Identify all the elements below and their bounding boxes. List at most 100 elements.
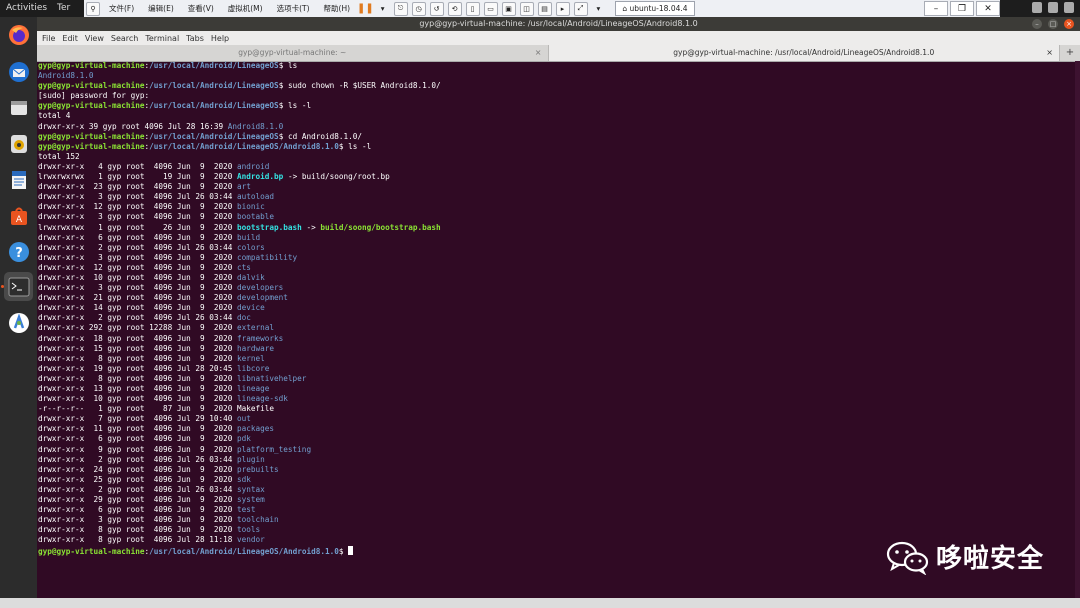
terminal-window: gyp@gyp-virtual-machine: /usr/local/Andr… <box>37 17 1080 608</box>
vm-menu-file[interactable]: 文件(F) <box>109 3 134 14</box>
file-name: art <box>237 182 251 192</box>
terminal-line: drwxr-xr-x 15 gyp root 4096 Jun 9 2020 h… <box>38 344 1078 354</box>
file-name: prebuilts <box>237 464 279 474</box>
file-name: cts <box>237 262 251 272</box>
prompt-path: /usr/local/Android/LineageOS/Android8.1.… <box>149 546 339 556</box>
menu-file[interactable]: File <box>42 34 55 43</box>
help-icon[interactable]: ? <box>4 237 33 266</box>
terminal-text: lrwxrwxrwx 1 gyp root 19 Jun 9 2020 <box>38 172 238 182</box>
software-center-icon[interactable]: A <box>4 201 33 230</box>
terminal-text: -> <box>301 222 321 232</box>
close-tab-icon[interactable]: × <box>535 45 542 61</box>
terminal-text: drwxr-xr-x 4 gyp root 4096 Jun 9 2020 <box>38 161 238 171</box>
libreoffice-writer-icon[interactable] <box>4 165 33 194</box>
scrollbar[interactable] <box>1075 61 1080 601</box>
vm-menu-view[interactable]: 查看(V) <box>188 3 214 14</box>
android-studio-icon[interactable] <box>4 308 33 337</box>
file-name: vendor <box>237 535 265 545</box>
menu-help[interactable]: Help <box>211 34 229 43</box>
new-tab-button[interactable]: + <box>1060 45 1080 61</box>
wechat-icon <box>886 541 929 575</box>
revert-snapshot-icon[interactable]: ↺ <box>429 1 444 16</box>
rhythmbox-icon[interactable] <box>4 129 33 158</box>
file-name: development <box>237 293 288 303</box>
terminal-text: [sudo] password for gyp: <box>38 91 154 101</box>
terminal-line: gyp@gyp-virtual-machine:/usr/local/Andro… <box>38 81 1078 91</box>
minimize-icon[interactable]: – <box>924 1 948 16</box>
file-name: device <box>237 303 265 313</box>
thumbnail-icon[interactable]: ▭ <box>483 1 498 16</box>
menu-tabs[interactable]: Tabs <box>186 34 204 43</box>
vm-menu-edit[interactable]: 编辑(E) <box>148 3 174 14</box>
maximize-icon[interactable]: □ <box>1048 19 1058 29</box>
dropdown-icon[interactable]: ▾ <box>381 4 385 13</box>
terminal-line: drwxr-xr-x 8 gyp root 4096 Jun 9 2020 ke… <box>38 354 1078 364</box>
fullscreen-icon[interactable]: ▣ <box>501 1 516 16</box>
close-icon[interactable]: × <box>1064 19 1074 29</box>
stretch-icon[interactable]: ⤢ <box>573 1 588 16</box>
terminal-line: drwxr-xr-x 3 gyp root 4096 Jun 9 2020 bo… <box>38 212 1078 222</box>
vm-menu-vm[interactable]: 虚拟机(M) <box>228 3 263 14</box>
snapshot-icon[interactable]: ◷ <box>411 1 426 16</box>
system-tray[interactable] <box>1032 2 1074 13</box>
thunderbird-icon[interactable] <box>4 57 33 86</box>
terminal-view-icon[interactable]: ▸ <box>555 1 570 16</box>
vm-tab[interactable]: ⌂ ubuntu-18.04.4 <box>615 1 695 16</box>
menu-search[interactable]: Search <box>111 34 138 43</box>
terminal-line: lrwxrwxrwx 1 gyp root 19 Jun 9 2020 Andr… <box>38 172 1078 182</box>
terminal-text: -r--r--r-- 1 gyp root 87 Jun 9 2020 Make… <box>38 404 275 414</box>
file-name: toolchain <box>237 515 279 525</box>
watermark: 哆啦安全 <box>886 538 1044 575</box>
prompt-user: gyp@gyp-virtual-machine <box>38 141 145 151</box>
window-titlebar[interactable]: gyp@gyp-virtual-machine: /usr/local/Andr… <box>37 17 1080 31</box>
menu-edit[interactable]: Edit <box>62 34 78 43</box>
restore-icon[interactable]: ❐ <box>950 1 974 16</box>
terminal-text: drwxr-xr-x 10 gyp root 4096 Jun 9 2020 <box>38 394 238 404</box>
pause-icon[interactable]: ❚❚ <box>357 3 374 14</box>
file-name: bootable <box>237 212 275 222</box>
unity-icon[interactable]: ◫ <box>519 1 534 16</box>
terminal-line: drwxr-xr-x 3 gyp root 4096 Jul 26 03:44 … <box>38 192 1078 202</box>
menu-view[interactable]: View <box>85 34 104 43</box>
terminal-text: drwxr-xr-x 6 gyp root 4096 Jun 9 2020 <box>38 505 238 515</box>
vmware-toolbar: ⚲ 文件(F) 编辑(E) 查看(V) 虚拟机(M) 选项卡(T) 帮助(H) … <box>84 0 1000 18</box>
tab-label: gyp@gyp-virtual-machine: /usr/local/Andr… <box>673 48 935 57</box>
terminal-output[interactable]: gyp@gyp-virtual-machine:/usr/local/Andro… <box>38 61 1078 597</box>
stretch-dropdown-icon[interactable]: ▾ <box>597 4 601 13</box>
send-ctrl-alt-del-icon[interactable]: ⎋ <box>393 1 408 16</box>
home-icon: ⌂ <box>622 4 630 13</box>
activities-button[interactable]: Activities <box>6 3 47 13</box>
terminal-line: drwxr-xr-x 10 gyp root 4096 Jun 9 2020 l… <box>38 394 1078 404</box>
terminal-line: drwxr-xr-x 10 gyp root 4096 Jun 9 2020 d… <box>38 273 1078 283</box>
app-menu-label[interactable]: Ter <box>57 3 70 13</box>
tab-android[interactable]: gyp@gyp-virtual-machine: /usr/local/Andr… <box>548 45 1060 61</box>
console-view-icon[interactable]: ▤ <box>537 1 552 16</box>
library-icon[interactable]: ▯ <box>465 1 480 16</box>
terminal-line: drwxr-xr-x 24 gyp root 4096 Jun 9 2020 p… <box>38 465 1078 475</box>
terminal-text: drwxr-xr-x 8 gyp root 4096 Jun 9 2020 <box>38 525 238 535</box>
pin-icon[interactable]: ⚲ <box>86 1 100 16</box>
close-tab-icon[interactable]: × <box>1046 45 1053 61</box>
terminal-text: drwxr-xr-x 18 gyp root 4096 Jun 9 2020 <box>38 333 238 343</box>
terminal-icon[interactable] <box>4 272 33 301</box>
snapshot-manager-icon[interactable]: ⟲ <box>447 1 462 16</box>
menu-terminal[interactable]: Terminal <box>145 34 179 43</box>
terminal-text: $ ls -l <box>338 141 372 151</box>
file-name: sdk <box>237 474 251 484</box>
terminal-text: drwxr-xr-x 19 gyp root 4096 Jul 28 20:45 <box>38 363 238 373</box>
vm-menu-tabs[interactable]: 选项卡(T) <box>277 3 310 14</box>
prompt-user: gyp@gyp-virtual-machine <box>38 546 145 556</box>
minimize-icon[interactable]: – <box>1032 19 1042 29</box>
terminal-line: total 152 <box>38 152 1078 162</box>
prompt-path: /usr/local/Android/LineageOS <box>149 101 279 111</box>
tab-home[interactable]: gyp@gyp-virtual-machine: ~ × <box>37 45 549 61</box>
terminal-line: drwxr-xr-x 8 gyp root 4096 Jun 9 2020 to… <box>38 525 1078 535</box>
file-name: compatibility <box>237 252 298 262</box>
terminal-text: total 152 <box>38 151 80 161</box>
vm-menu-help[interactable]: 帮助(H) <box>324 3 351 14</box>
file-name: autoload <box>237 192 275 202</box>
terminal-text: drwxr-xr-x 39 gyp root 4096 Jul 28 16:39 <box>38 121 228 131</box>
files-icon[interactable] <box>4 93 33 122</box>
firefox-icon[interactable] <box>4 20 33 49</box>
close-icon[interactable]: ✕ <box>976 1 1000 16</box>
